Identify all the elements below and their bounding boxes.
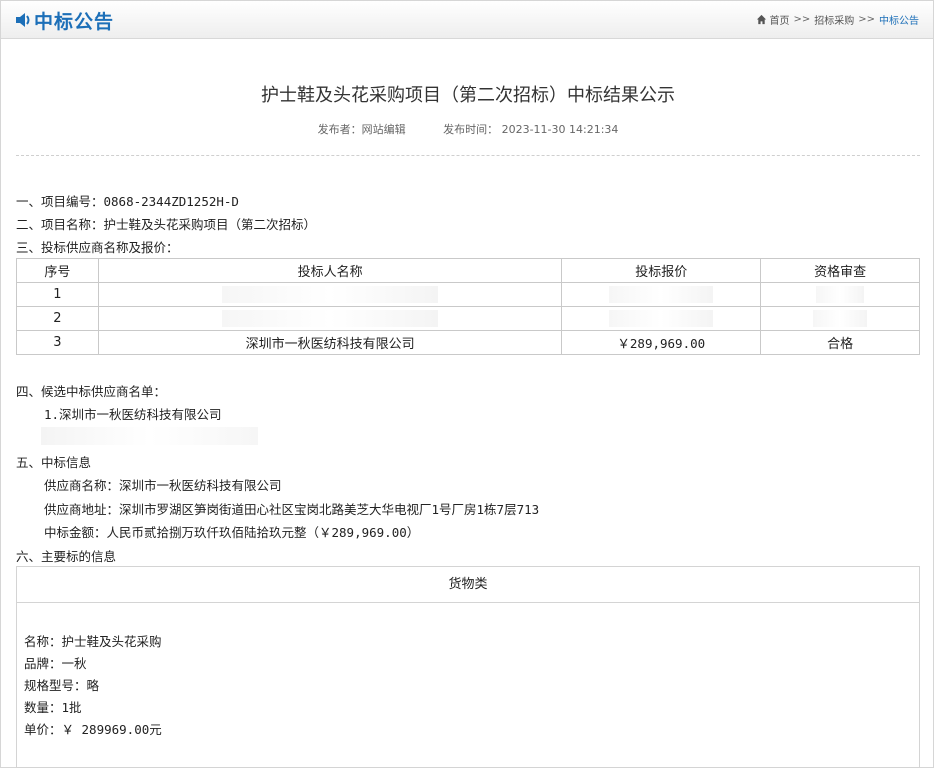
- table-row: 3 深圳市一秋医纺科技有限公司 ￥289,969.00 合格: [16, 330, 920, 355]
- bidders-heading: 三、投标供应商名称及报价：: [16, 240, 179, 255]
- goods-unit-price: 单价：￥ 289969.00元: [24, 722, 162, 737]
- redacted-block: [222, 286, 439, 303]
- col-header-review: 资格审查: [760, 258, 920, 283]
- redacted-block: [222, 310, 439, 327]
- cell-no: 3: [16, 330, 99, 355]
- divider: [16, 155, 920, 156]
- article-title: 护士鞋及头花采购项目（第二次招标）中标结果公示: [261, 85, 675, 106]
- goods-brand: 品牌：一秋: [24, 656, 87, 671]
- home-icon: [757, 14, 767, 25]
- cell-review-redacted: [760, 306, 920, 331]
- cell-price-redacted: [561, 306, 762, 331]
- breadcrumb-separator: >>: [793, 14, 811, 25]
- cell-no: 2: [16, 306, 99, 331]
- redacted-block: [816, 286, 865, 303]
- speaker-icon: [16, 13, 30, 27]
- section-title: 中标公告: [34, 10, 115, 33]
- section-brand: 中标公告: [14, 8, 115, 33]
- award-heading: 五、中标信息: [16, 455, 92, 470]
- cell-review-redacted: [760, 282, 920, 307]
- redacted-block: [609, 286, 714, 303]
- project-name: 二、项目名称：护士鞋及头花采购项目（第二次招标）: [16, 217, 317, 232]
- candidates-heading: 四、候选中标供应商名单：: [16, 384, 167, 399]
- main-item-heading: 六、主要标的信息: [16, 549, 117, 564]
- goods-model: 规格型号：略: [24, 678, 100, 693]
- goods-panel: 货物类 名称：护士鞋及头花采购 品牌：一秋 规格型号：略 数量：1批 单价：￥ …: [16, 566, 920, 768]
- breadcrumb-current-link[interactable]: 中标公告: [879, 12, 919, 27]
- top-bar: 中标公告 首页 >> 招标采购 >> 中标公告: [1, 1, 933, 39]
- breadcrumb-procurement-link[interactable]: 招标采购: [814, 12, 854, 27]
- breadcrumb: 首页 >> 招标采购 >> 中标公告: [756, 12, 919, 27]
- col-header-bidder: 投标人名称: [97, 258, 563, 283]
- breadcrumb-home-link[interactable]: 首页: [769, 12, 789, 27]
- breadcrumb-separator: >>: [858, 14, 875, 25]
- cell-review: 合格: [760, 330, 920, 355]
- supplier-name: 供应商名称：深圳市一秋医纺科技有限公司: [44, 478, 282, 493]
- candidate-item: 1.深圳市一秋医纺科技有限公司: [44, 407, 222, 422]
- cell-bidder-redacted: [97, 306, 563, 331]
- supplier-address: 供应商地址：深圳市罗湖区笋岗街道田心社区宝岗北路美芝大华电视厂1号厂房1栋7层7…: [44, 502, 540, 517]
- cell-bidder: 深圳市一秋医纺科技有限公司: [97, 330, 563, 355]
- table-row: 2: [16, 306, 920, 331]
- goods-details: 名称：护士鞋及头花采购 品牌：一秋 规格型号：略 数量：1批 单价：￥ 2899…: [17, 603, 919, 741]
- publisher-text: 发布者：网站编辑: [317, 123, 406, 136]
- redacted-block: [609, 310, 714, 327]
- cell-price: ￥289,969.00: [561, 330, 762, 355]
- publish-time-text: 发布时间： 2023-11-30 14:21:34: [443, 123, 619, 136]
- table-row: 1: [16, 282, 920, 307]
- redacted-block: [41, 427, 258, 445]
- table-header-row: 序号 投标人名称 投标报价 资格审查: [16, 258, 920, 283]
- goods-name: 名称：护士鞋及头花采购: [24, 634, 162, 649]
- redacted-block: [813, 310, 868, 327]
- page-frame: 中标公告 首页 >> 招标采购 >> 中标公告 护士鞋及头花采购项目（第二次招标…: [0, 0, 934, 768]
- article-meta: 发布者：网站编辑 发布时间： 2023-11-30 14:21:34: [1, 121, 934, 137]
- goods-category: 货物类: [17, 567, 919, 603]
- cell-no: 1: [16, 282, 99, 307]
- project-number: 一、项目编号：0868-2344ZD1252H-D: [16, 194, 239, 209]
- goods-quantity: 数量：1批: [24, 700, 82, 715]
- award-amount: 中标金额：人民币贰拾捌万玖仟玖佰陆拾玖元整（￥289,969.00）: [44, 525, 420, 540]
- col-header-price: 投标报价: [561, 258, 762, 283]
- bid-table: 序号 投标人名称 投标报价 资格审查 1 2 3 深圳市一秋医纺科技有限公司 ￥…: [16, 258, 920, 355]
- col-header-no: 序号: [16, 258, 99, 283]
- cell-price-redacted: [561, 282, 762, 307]
- cell-bidder-redacted: [97, 282, 563, 307]
